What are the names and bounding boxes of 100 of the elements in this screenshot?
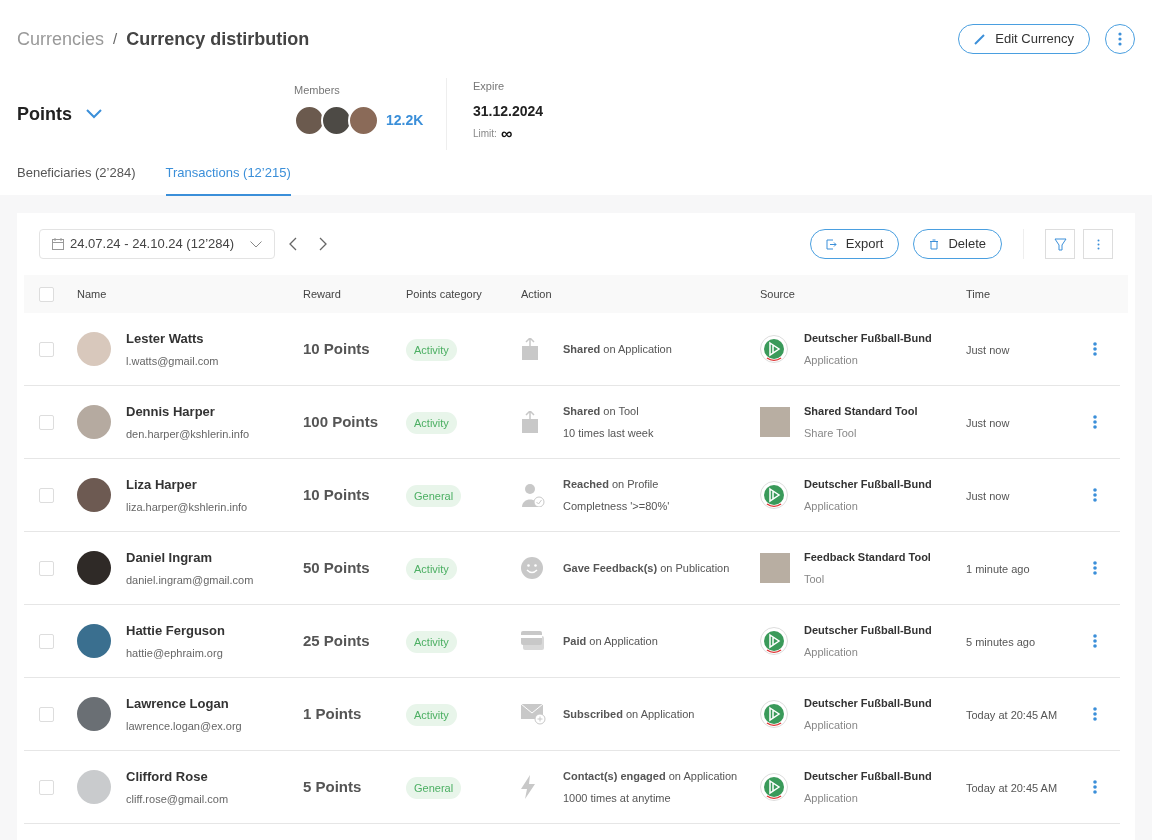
kebab-icon [1096, 238, 1100, 250]
row-checkbox[interactable] [39, 706, 54, 722]
select-all-checkbox[interactable] [39, 286, 54, 302]
source-type: Application [804, 645, 859, 660]
row-menu-button[interactable] [1091, 561, 1099, 575]
export-icon [825, 238, 837, 250]
logo-icon [760, 700, 788, 728]
column-header: Action [521, 287, 552, 300]
members-label: Members [294, 83, 341, 98]
credit-card-icon [521, 631, 545, 651]
limit-value: ∞ [500, 125, 513, 142]
row-menu-button[interactable] [1091, 780, 1099, 794]
action-description: Contact(s) engaged on Application [563, 768, 739, 784]
avatar [77, 770, 111, 804]
avatar [77, 551, 111, 585]
action-detail: Completness '>=80%' [563, 499, 671, 514]
source-type: Application [804, 499, 859, 514]
user-check-icon [521, 483, 545, 507]
source-name: Deutscher Fußball-Bund [804, 695, 933, 711]
category-tag: General [406, 776, 462, 800]
row-menu-button[interactable] [1091, 707, 1099, 721]
user-name: Lester Watts [126, 329, 205, 348]
row-checkbox[interactable] [39, 487, 54, 503]
chevron-down-icon[interactable] [86, 109, 102, 119]
time-label: 5 minutes ago [966, 636, 1036, 648]
currency-name: Points [17, 102, 72, 126]
action-detail: 10 times last week [563, 426, 655, 441]
time-label: 1 minute ago [966, 563, 1030, 575]
trash-icon [929, 238, 940, 250]
source-type: Share Tool [804, 426, 858, 441]
user-name: Dennis Harper [126, 402, 216, 421]
category-tag: General [406, 484, 462, 508]
user-name: Lawrence Logan [126, 694, 230, 713]
share-icon [521, 338, 539, 360]
source-name: Deutscher Fußball-Bund [804, 768, 933, 784]
photo-placeholder [760, 407, 790, 437]
source-name: Feedback Standard Tool [804, 549, 932, 565]
source-type: Application [804, 791, 859, 806]
filter-icon [1053, 237, 1067, 251]
pencil-icon [974, 33, 986, 45]
kebab-icon [1093, 342, 1097, 356]
smiley-icon [521, 557, 543, 579]
breadcrumb-separator: / [113, 28, 118, 49]
row-menu-button[interactable] [1091, 342, 1099, 356]
user-name: Liza Harper [126, 475, 198, 494]
source-name: Shared Standard Tool [804, 403, 919, 419]
kebab-icon [1093, 488, 1097, 502]
avatar [77, 332, 111, 366]
category-tag: Activity [406, 630, 457, 654]
user-email: daniel.ingram@gmail.com [126, 573, 255, 588]
user-email: liza.harper@kshlerin.info [126, 500, 249, 515]
source-type: Application [804, 718, 859, 733]
action-detail: 1000 times at anytime [563, 791, 672, 806]
column-header: Name [77, 287, 107, 300]
photo-placeholder [760, 553, 790, 583]
reward-amount: 10 Points [303, 486, 370, 503]
share-icon [521, 411, 539, 433]
kebab-icon [1093, 707, 1097, 721]
filter-button[interactable] [1045, 229, 1075, 259]
row-menu-button[interactable] [1091, 415, 1099, 429]
row-checkbox[interactable] [39, 633, 54, 649]
row-menu-button[interactable] [1091, 488, 1099, 502]
tab[interactable]: Beneficiaries (2’284) [17, 162, 136, 196]
user-email: cliff.rose@gmail.com [126, 792, 230, 807]
action-description: Shared on Tool [563, 403, 640, 419]
chevron-down-icon [250, 240, 263, 248]
source-name: Deutscher Fußball-Bund [804, 476, 933, 492]
row-checkbox[interactable] [39, 560, 54, 576]
action-description: Paid on Application [563, 633, 659, 649]
column-header: Points category [406, 287, 482, 300]
source-name: Deutscher Fußball-Bund [804, 330, 933, 346]
kebab-icon [1093, 415, 1097, 429]
date-range-dropdown[interactable]: 24.07.24 - 24.10.24 (12’284) [39, 229, 276, 259]
time-label: Just now [966, 417, 1010, 429]
source-type: Application [804, 353, 859, 368]
row-checkbox[interactable] [39, 779, 54, 795]
kebab-icon [1118, 32, 1122, 46]
logo-icon [760, 773, 788, 801]
source-type: Tool [804, 572, 826, 587]
time-label: Today at 20:45 AM [966, 782, 1058, 794]
page-title: Currency distirbution [126, 27, 310, 51]
column-header: Reward [303, 287, 341, 300]
category-tag: Activity [406, 338, 457, 362]
user-email: den.harper@kshlerin.info [126, 427, 251, 442]
lightning-icon [521, 775, 535, 799]
user-email: hattie@ephraim.org [126, 646, 224, 661]
action-description: Shared on Application [563, 341, 673, 357]
avatar [77, 624, 111, 658]
avatar [77, 478, 111, 512]
avatar [77, 697, 111, 731]
avatar [77, 405, 111, 439]
row-menu-button[interactable] [1091, 634, 1099, 648]
source-name: Deutscher Fußball-Bund [804, 622, 933, 638]
expire-date: 31.12.2024 [473, 101, 544, 121]
calendar-icon [52, 238, 64, 250]
mail-plus-icon [521, 703, 546, 725]
row-checkbox[interactable] [39, 341, 54, 357]
reward-amount: 25 Points [303, 632, 370, 649]
row-checkbox[interactable] [39, 414, 54, 430]
reward-amount: 100 Points [303, 413, 379, 430]
